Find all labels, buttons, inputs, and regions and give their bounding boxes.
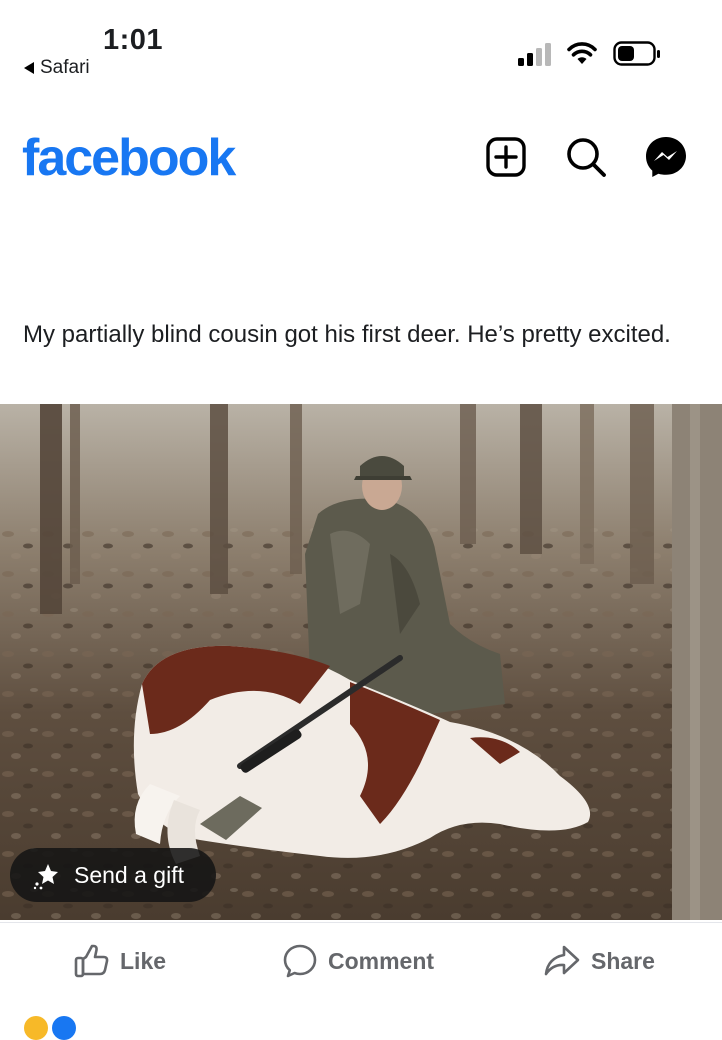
like-thumb-icon bbox=[74, 944, 109, 978]
post-caption: My partially blind cousin got his first … bbox=[23, 321, 671, 348]
like-reaction-icon bbox=[52, 1016, 76, 1040]
wifi-icon bbox=[567, 42, 597, 64]
back-triangle-icon bbox=[24, 62, 34, 74]
back-app-label: Safari bbox=[40, 57, 90, 78]
send-gift-button[interactable]: Send a gift bbox=[10, 848, 216, 902]
gift-sparkle-icon bbox=[33, 864, 58, 890]
app-header: facebook bbox=[0, 120, 722, 196]
like-label: Like bbox=[120, 947, 167, 974]
share-arrow-icon bbox=[544, 945, 580, 976]
haha-reaction-icon bbox=[24, 1016, 48, 1040]
status-bar: 1:01 Safari bbox=[0, 0, 722, 90]
share-label: Share bbox=[591, 947, 655, 974]
comment-label: Comment bbox=[328, 947, 435, 974]
send-gift-label: Send a gift bbox=[74, 861, 184, 888]
post-photo-illustration bbox=[0, 404, 722, 920]
facebook-logo[interactable]: facebook bbox=[22, 128, 236, 188]
comment-bubble-icon bbox=[283, 944, 317, 978]
like-button[interactable]: Like bbox=[74, 943, 166, 979]
share-button[interactable]: Share bbox=[543, 943, 655, 979]
create-post-button[interactable] bbox=[484, 135, 528, 179]
back-to-app-button[interactable]: Safari bbox=[24, 57, 90, 79]
post-action-bar: Like Comment Share bbox=[0, 922, 722, 1003]
post-photo[interactable] bbox=[0, 404, 722, 920]
create-post-icon bbox=[486, 137, 526, 177]
search-icon bbox=[567, 138, 606, 177]
status-time: 1:01 bbox=[103, 24, 164, 56]
comment-button[interactable]: Comment bbox=[282, 943, 434, 979]
cellular-signal-icon bbox=[518, 43, 551, 66]
messenger-button[interactable] bbox=[644, 135, 688, 179]
messenger-icon bbox=[646, 137, 686, 177]
search-button[interactable] bbox=[564, 135, 608, 179]
battery-icon bbox=[613, 41, 660, 66]
